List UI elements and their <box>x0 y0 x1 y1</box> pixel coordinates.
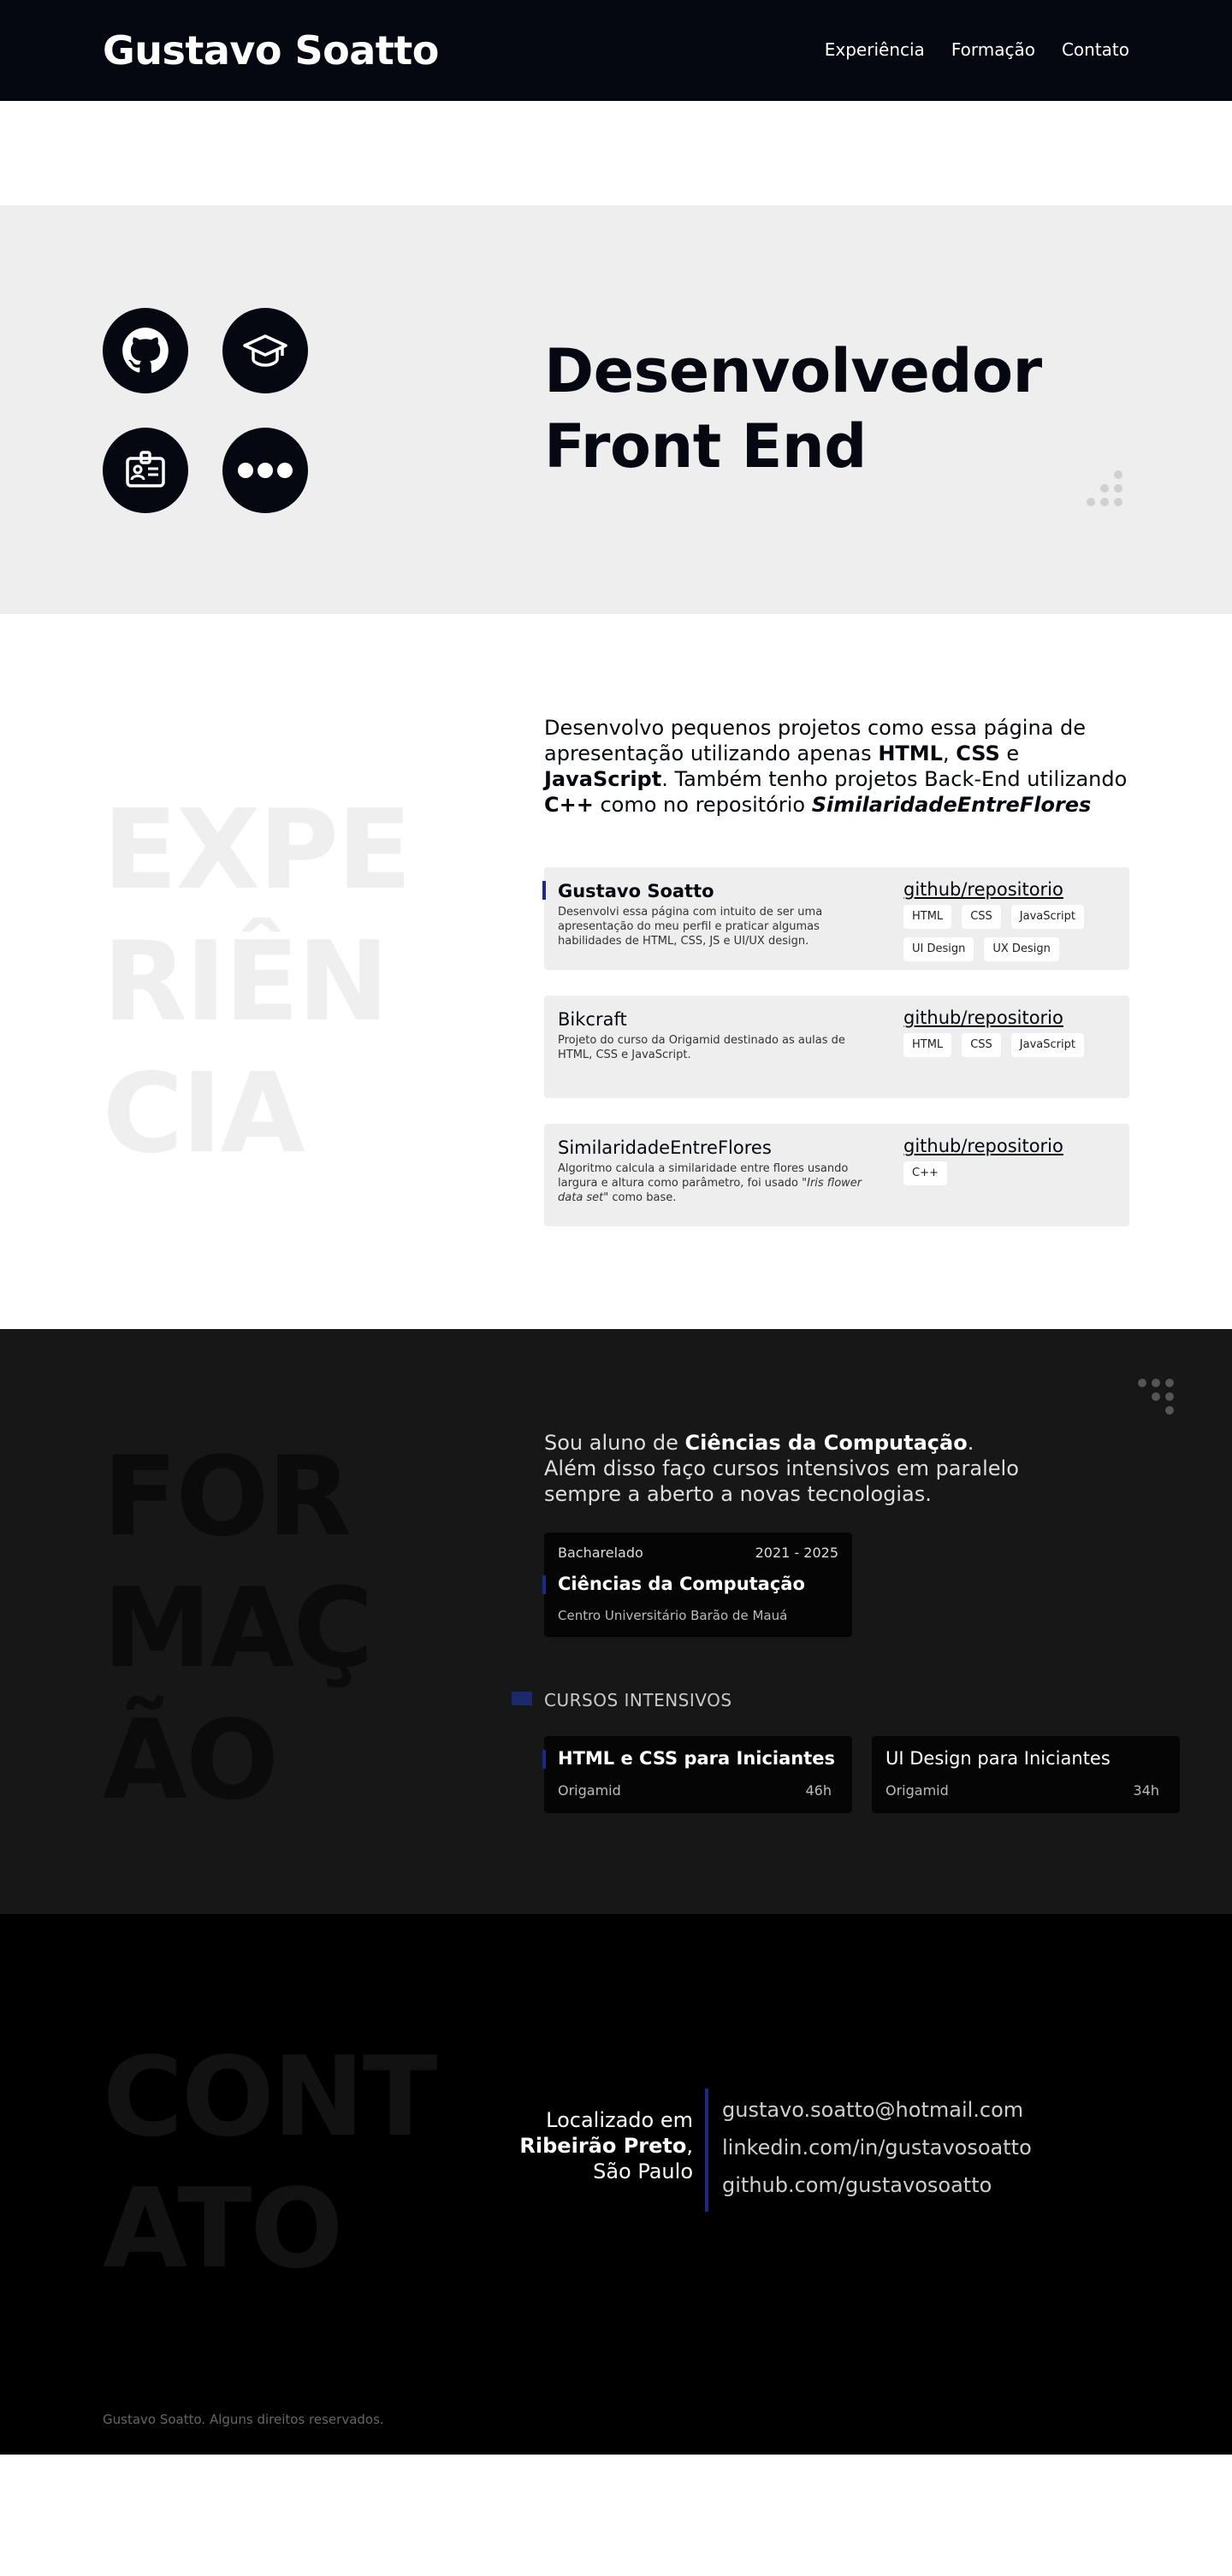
experience-intro: Desenvolvo pequenos projetos como essa p… <box>544 716 1128 817</box>
course-hours: 34h <box>1133 1782 1160 1799</box>
course-institution: Origamid <box>558 1782 621 1799</box>
project-description: Desenvolvi essa página com intuito de se… <box>558 906 823 948</box>
course-name: UI Design para Iniciantes <box>886 1748 1111 1769</box>
contato-section: CONT ATO Localizado em Ribeirão Preto, S… <box>0 1914 1232 2455</box>
tag: CSS <box>962 905 1001 929</box>
hero-title-line1: Desenvolvedor <box>544 336 1042 406</box>
tag: CSS <box>962 1033 1001 1057</box>
course-hours: 46h <box>805 1782 832 1799</box>
hero-title-line2: Front End <box>544 411 867 482</box>
nav-link-contato[interactable]: Contato <box>1062 39 1129 60</box>
course-institution: Origamid <box>886 1782 949 1799</box>
degree-card[interactable]: Bacharelado 2021 - 2025 Ciências da Comp… <box>542 1533 852 1637</box>
project-description: Algoritmo calcula a similaridade entre f… <box>558 1162 862 1204</box>
formacao-watermark: FOR MAÇ ÃO <box>103 1433 373 1824</box>
main-nav: Experiência Formação Contato <box>825 39 1129 60</box>
nav-link-formacao[interactable]: Formação <box>951 39 1035 60</box>
tag-list: HTML CSS JavaScript <box>903 1033 1117 1057</box>
accent-bar <box>512 1692 532 1705</box>
contato-watermark: CONT ATO <box>103 2034 437 2293</box>
project-card[interactable]: Bikcraft Projeto do curso da Origamid de… <box>544 996 1129 1098</box>
course-name: HTML e CSS para Iniciantes <box>558 1748 836 1769</box>
accent-bar <box>542 1750 546 1769</box>
accent-bar <box>542 1575 546 1594</box>
hero-title: Desenvolvedor Front End <box>544 334 1042 484</box>
project-repo-link[interactable]: github/repositorio <box>903 1136 1063 1156</box>
contact-links: gustavo.soatto@hotmail.com linkedin.com/… <box>722 2097 1032 2198</box>
id-badge-icon[interactable] <box>103 428 188 513</box>
tag: HTML <box>903 1033 952 1057</box>
more-icon[interactable] <box>222 428 308 513</box>
tag: JavaScript <box>1010 1033 1084 1057</box>
course-card[interactable]: HTML e CSS para Iniciantes Origamid 46h <box>542 1736 852 1813</box>
accent-bar <box>542 881 546 900</box>
tag: C++ <box>903 1161 947 1185</box>
degree-institution: Centro Universitário Barão de Mauá <box>558 1608 788 1623</box>
location-text: Localizado em Ribeirão Preto, São Paulo <box>519 2108 693 2183</box>
project-repo-link[interactable]: github/repositorio <box>903 879 1063 900</box>
course-card[interactable]: UI Design para Iniciantes Origamid 34h <box>872 1736 1180 1813</box>
project-repo-link[interactable]: github/repositorio <box>903 1007 1063 1028</box>
brand-logo[interactable]: Gustavo Soatto <box>103 27 439 74</box>
nav-link-experiencia[interactable]: Experiência <box>825 39 925 60</box>
degree-name: Ciências da Computação <box>558 1574 805 1594</box>
tag: UI Design <box>903 937 974 961</box>
project-description: Projeto do curso da Origamid destinado a… <box>558 1034 845 1061</box>
github-icon[interactable] <box>103 308 188 393</box>
site-header: Gustavo Soatto Experiência Formação Cont… <box>0 0 1232 101</box>
linkedin-link[interactable]: linkedin.com/in/gustavosoatto <box>722 2135 1032 2160</box>
project-title: Bikcraft <box>558 1009 627 1030</box>
tag: JavaScript <box>1010 905 1084 929</box>
degree-years: 2021 - 2025 <box>755 1545 838 1561</box>
hero-section: Desenvolvedor Front End <box>0 205 1232 614</box>
tag-list: C++ <box>903 1161 1117 1185</box>
tag-list: HTML CSS JavaScript UI Design UX Design <box>903 905 1117 961</box>
divider <box>705 2089 708 2212</box>
project-title: SimilaridadeEntreFlores <box>558 1137 772 1158</box>
email-link[interactable]: gustavo.soatto@hotmail.com <box>722 2097 1032 2123</box>
project-card[interactable]: Gustavo Soatto Desenvolvi essa página co… <box>542 867 1129 970</box>
project-card[interactable]: SimilaridadeEntreFlores Algoritmo calcul… <box>544 1124 1129 1226</box>
formacao-section: FOR MAÇ ÃO Sou aluno de Ciências da Comp… <box>0 1329 1232 1914</box>
experience-watermark: EXPE RIÊN CIA <box>103 787 412 1178</box>
github-link[interactable]: github.com/gustavosoatto <box>722 2172 1032 2198</box>
courses-label: CURSOS INTENSIVOS <box>544 1690 732 1710</box>
tag: UX Design <box>984 937 1059 961</box>
tag: HTML <box>903 905 952 929</box>
footer-copyright: Gustavo Soatto. Alguns direitos reservad… <box>103 2412 384 2427</box>
formacao-intro: Sou aluno de Ciências da Computação. Além… <box>544 1431 1019 1506</box>
project-title: Gustavo Soatto <box>558 881 714 901</box>
graduation-cap-icon[interactable] <box>222 308 308 393</box>
experience-section: EXPE RIÊN CIA Desenvolvo pequenos projet… <box>0 614 1232 1329</box>
degree-type: Bacharelado <box>558 1545 643 1561</box>
